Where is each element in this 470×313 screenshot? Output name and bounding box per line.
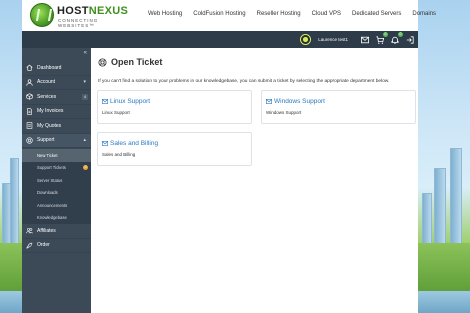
group-icon bbox=[26, 227, 33, 234]
nav-reseller-hosting[interactable]: Reseller Hosting bbox=[257, 11, 301, 17]
cart-icon[interactable]: 0 bbox=[376, 31, 388, 44]
intro-text: If you can't find a solution to your pro… bbox=[98, 79, 390, 84]
background-cityscape-right bbox=[418, 110, 470, 313]
department-description: Linux Support bbox=[102, 110, 130, 115]
submenu-item-knowledgebase[interactable]: Knowledgebase bbox=[22, 212, 91, 225]
sidebar-item-my-invoices[interactable]: My Invoices bbox=[22, 105, 91, 119]
department-link[interactable]: Linux Support bbox=[110, 98, 150, 105]
page-title-text: Open Ticket bbox=[111, 57, 163, 67]
chevron-up-icon: ▴ bbox=[83, 137, 86, 144]
nav-coldfusion-hosting[interactable]: ColdFusion Hosting bbox=[193, 11, 245, 17]
sidebar-item-label: My Invoices bbox=[37, 108, 64, 115]
support-tickets-count-badge: 0 bbox=[83, 165, 88, 170]
submenu-item-server-status[interactable]: Server Status bbox=[22, 174, 91, 187]
lifebuoy-icon bbox=[26, 137, 33, 144]
quote-icon bbox=[26, 122, 33, 129]
page-title: Open Ticket bbox=[98, 57, 162, 67]
nav-domains[interactable]: Domains bbox=[412, 11, 436, 17]
home-icon bbox=[26, 64, 33, 71]
submenu-item-announcements[interactable]: Announcements bbox=[22, 199, 91, 212]
chevron-down-icon: ▾ bbox=[83, 79, 86, 86]
sidebar-item-label: Dashboard bbox=[37, 64, 62, 71]
nav-dedicated-servers[interactable]: Dedicated Servers bbox=[352, 11, 401, 17]
user-icon bbox=[26, 79, 33, 86]
department-card-windows[interactable]: Windows Support Windows Support bbox=[261, 90, 416, 124]
sidebar-item-my-quotes[interactable]: My Quotes bbox=[22, 119, 91, 134]
rocket-icon bbox=[26, 242, 33, 249]
lifebuoy-icon bbox=[98, 57, 107, 67]
main-content: Open Ticket If you can't find a solution… bbox=[91, 48, 418, 313]
nav-cloud-vps[interactable]: Cloud VPS bbox=[312, 11, 341, 17]
document-icon bbox=[26, 108, 33, 115]
department-card-sales-billing[interactable]: Sales and Billing Sales and Billing bbox=[97, 132, 252, 166]
sidebar-item-order[interactable]: Order bbox=[22, 239, 91, 253]
logout-icon[interactable] bbox=[406, 35, 414, 44]
submenu-item-label: Support Tickets bbox=[37, 165, 66, 171]
envelope-icon bbox=[102, 99, 108, 104]
sidebar-item-services[interactable]: Services 4 bbox=[22, 90, 91, 105]
cube-icon bbox=[26, 93, 33, 100]
department-link[interactable]: Sales and Billing bbox=[110, 140, 158, 147]
sidebar-menu-lower: Affiliates Order bbox=[22, 224, 91, 253]
sidebar-collapse-icon[interactable]: « bbox=[84, 50, 87, 56]
department-title-windows: Windows Support bbox=[266, 98, 325, 105]
site-header: HOSTNEXUS CONNECTING WEBSITES™ Web Hosti… bbox=[22, 0, 436, 31]
sidebar-item-label: Services bbox=[37, 93, 57, 100]
sidebar-item-dashboard[interactable]: Dashboard bbox=[22, 61, 91, 76]
sidebar-item-label: My Quotes bbox=[37, 122, 62, 129]
cart-count-badge: 0 bbox=[383, 31, 388, 37]
logo-wordmark: HOSTNEXUS bbox=[57, 5, 129, 17]
notifications-count-badge: 0 bbox=[398, 31, 403, 37]
top-navigation: Web Hosting ColdFusion Hosting Reseller … bbox=[148, 11, 436, 17]
sidebar-item-account[interactable]: Account ▾ bbox=[22, 76, 91, 90]
sidebar-item-label: Order bbox=[37, 242, 50, 249]
services-count-badge: 4 bbox=[82, 94, 88, 100]
department-title-sales-billing: Sales and Billing bbox=[102, 140, 158, 147]
submenu-item-downloads[interactable]: Downloads bbox=[22, 187, 91, 200]
department-card-linux[interactable]: Linux Support Linux Support bbox=[97, 90, 252, 124]
submenu-item-support-tickets[interactable]: Support Tickets 0 bbox=[22, 162, 91, 175]
logo-mark-icon bbox=[30, 3, 54, 27]
envelope-icon bbox=[102, 141, 108, 146]
department-description: Sales and Billing bbox=[102, 152, 136, 157]
support-submenu: New Ticket Support Tickets 0 Server Stat… bbox=[22, 149, 91, 224]
sidebar-item-label: Affiliates bbox=[37, 227, 56, 234]
nav-web-hosting[interactable]: Web Hosting bbox=[148, 11, 182, 17]
sidebar: « Dashboard Account ▾ Services 4 My Invo… bbox=[22, 48, 91, 313]
sidebar-item-label: Account bbox=[37, 79, 56, 86]
department-link[interactable]: Windows Support bbox=[274, 98, 325, 105]
sidebar-item-label: Support bbox=[37, 137, 55, 144]
sidebar-item-affiliates[interactable]: Affiliates bbox=[22, 224, 91, 239]
user-name[interactable]: Laurence test1 bbox=[318, 37, 348, 42]
logo[interactable]: HOSTNEXUS CONNECTING WEBSITES™ bbox=[30, 3, 130, 29]
background-cityscape-left bbox=[0, 110, 23, 313]
user-area: Laurence test1 0 0 bbox=[300, 31, 414, 46]
sidebar-menu: Dashboard Account ▾ Services 4 My Invoic… bbox=[22, 61, 91, 148]
avatar[interactable] bbox=[300, 34, 312, 45]
department-description: Windows Support bbox=[266, 110, 302, 115]
submenu-item-new-ticket[interactable]: New Ticket bbox=[22, 149, 91, 162]
email-icon[interactable] bbox=[361, 36, 369, 44]
account-bar: Laurence test1 0 0 bbox=[22, 31, 418, 48]
department-title-linux: Linux Support bbox=[102, 98, 150, 105]
sidebar-item-support[interactable]: Support ▴ bbox=[22, 133, 91, 148]
logo-tagline: CONNECTING WEBSITES™ bbox=[58, 18, 99, 28]
bell-icon[interactable]: 0 bbox=[391, 31, 403, 44]
envelope-icon bbox=[266, 99, 272, 104]
